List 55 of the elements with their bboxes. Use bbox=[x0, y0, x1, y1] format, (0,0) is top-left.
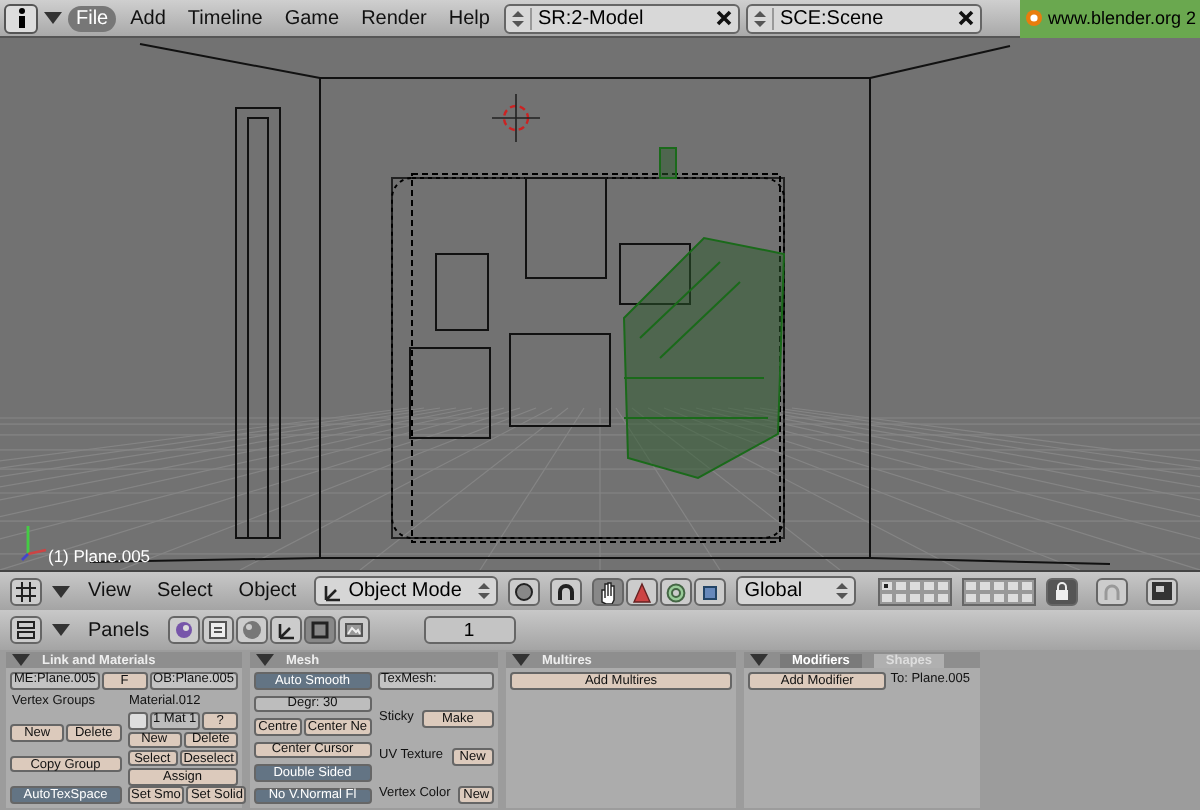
3d-cursor-icon bbox=[491, 93, 541, 143]
menu-item[interactable]: Game bbox=[276, 5, 348, 31]
scene-context-icon[interactable] bbox=[337, 616, 370, 644]
pivot-icon[interactable] bbox=[508, 577, 541, 605]
menu-item[interactable]: Timeline bbox=[179, 5, 271, 31]
close-icon[interactable] bbox=[957, 10, 974, 26]
orientation-dropdown[interactable]: Global bbox=[736, 576, 857, 606]
screen-field[interactable]: SR:2-Model bbox=[503, 3, 740, 33]
menu-item[interactable]: View bbox=[80, 578, 139, 604]
dropdown-triangle-icon[interactable] bbox=[750, 654, 768, 666]
grid-icon[interactable] bbox=[10, 577, 42, 605]
mode-dropdown[interactable]: Object Mode bbox=[314, 576, 499, 606]
dropdown-triangle-icon[interactable] bbox=[52, 585, 70, 597]
menu-item[interactable]: Panels bbox=[80, 617, 158, 643]
up-down-arrows-icon[interactable] bbox=[753, 9, 766, 27]
logic-context-icon[interactable] bbox=[167, 616, 200, 644]
menu-item[interactable]: Render bbox=[353, 5, 435, 31]
dropdown-triangle-icon[interactable] bbox=[52, 624, 70, 636]
menu-item[interactable]: Select bbox=[149, 578, 221, 604]
translate-tool-icon[interactable] bbox=[626, 577, 659, 605]
menu-item[interactable]: Help bbox=[440, 5, 498, 31]
up-down-arrows-icon[interactable] bbox=[511, 9, 524, 27]
layer-buttons[interactable] bbox=[878, 577, 953, 605]
frame-field[interactable]: 1 bbox=[423, 616, 516, 644]
magnet-icon[interactable] bbox=[550, 577, 583, 605]
scene-field[interactable]: SCE:Scene bbox=[745, 3, 982, 33]
dropdown-triangle-icon[interactable] bbox=[12, 654, 30, 666]
dropdown-triangle-icon[interactable] bbox=[44, 12, 62, 24]
dropdown-triangle-icon[interactable] bbox=[256, 654, 274, 666]
up-down-arrows-icon[interactable] bbox=[836, 582, 849, 600]
object-label: (1) Plane.005 bbox=[48, 546, 151, 566]
material-swatch[interactable] bbox=[127, 711, 147, 730]
menu-item[interactable]: Add bbox=[122, 5, 174, 31]
ring-icon bbox=[1023, 8, 1044, 28]
script-context-icon[interactable] bbox=[201, 616, 234, 644]
editing-context-icon[interactable] bbox=[303, 616, 336, 644]
menu-item[interactable]: Object bbox=[230, 578, 305, 604]
shading-context-icon[interactable] bbox=[235, 616, 268, 644]
render-preview-icon[interactable] bbox=[1146, 577, 1179, 605]
rotate-tool-icon[interactable] bbox=[660, 577, 693, 605]
layer-buttons[interactable] bbox=[962, 577, 1037, 605]
hand-tool-icon[interactable] bbox=[592, 577, 625, 605]
object-context-icon[interactable] bbox=[269, 616, 302, 644]
dropdown-triangle-icon[interactable] bbox=[512, 654, 530, 666]
info-bar: www.blender.org 2 bbox=[1019, 0, 1200, 37]
snap-icon[interactable] bbox=[1096, 577, 1129, 605]
scale-tool-icon[interactable] bbox=[694, 577, 727, 605]
axes-icon bbox=[322, 581, 343, 601]
info-icon[interactable] bbox=[4, 3, 38, 33]
window-type-icon[interactable] bbox=[10, 616, 42, 644]
up-down-arrows-icon[interactable] bbox=[478, 582, 491, 600]
close-icon[interactable] bbox=[715, 10, 732, 26]
lock-icon[interactable] bbox=[1046, 577, 1079, 605]
axis-icon bbox=[21, 526, 47, 561]
menu-item[interactable]: File bbox=[68, 5, 117, 31]
